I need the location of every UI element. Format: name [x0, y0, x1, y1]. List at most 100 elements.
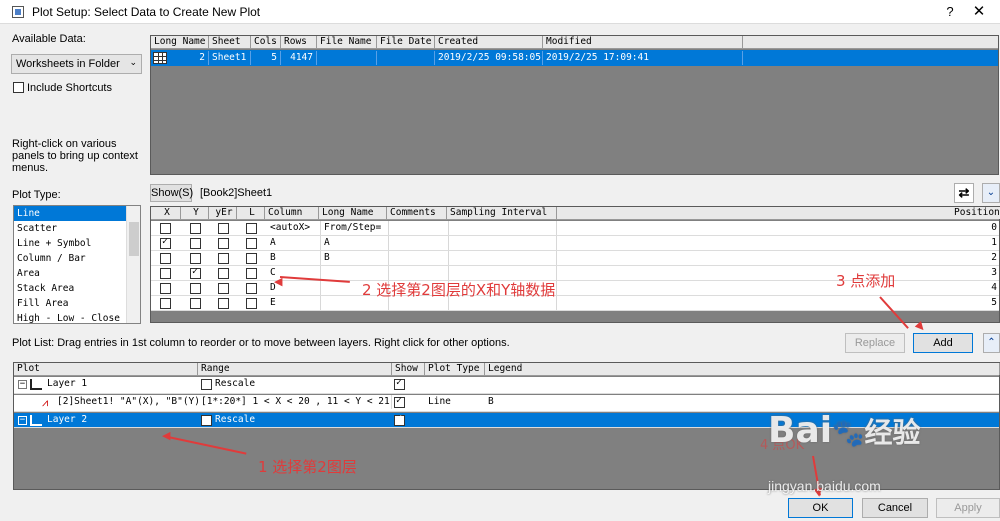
yer-checkbox[interactable]	[218, 253, 229, 264]
columns-col-header[interactable]: Long Name	[319, 207, 387, 219]
x-checkbox[interactable]	[160, 236, 171, 249]
expand-down-icon[interactable]: ⌄	[982, 183, 1000, 203]
plot-list-col-header[interactable]: Legend	[485, 363, 1000, 375]
sheets-col-header[interactable]: File Date	[377, 36, 435, 48]
x-checkbox[interactable]	[160, 253, 171, 264]
plot-type-item[interactable]: Stack Area	[14, 281, 127, 296]
plot-type-item[interactable]: Column / Bar	[14, 251, 127, 266]
plot-list-col-header[interactable]: Show	[392, 363, 425, 375]
data-source-dropdown[interactable]: Worksheets in Folder ⌄	[11, 54, 142, 74]
x-checkbox[interactable]	[160, 223, 171, 234]
plot-type-cell	[425, 377, 485, 391]
sheet-cell-sheet: Sheet1	[209, 51, 251, 65]
sheets-col-header[interactable]: Cols	[251, 36, 281, 48]
l-checkbox[interactable]	[246, 268, 257, 279]
plot-type-item[interactable]: Line	[14, 206, 127, 221]
cancel-button[interactable]: Cancel	[862, 498, 928, 518]
replace-button[interactable]: Replace	[845, 333, 905, 353]
sheet-cell-long-name: 2	[151, 51, 209, 65]
l-checkbox[interactable]	[246, 298, 257, 309]
column-cell-long-name	[321, 266, 389, 280]
x-checkbox[interactable]	[160, 298, 171, 309]
y-checkbox[interactable]	[190, 223, 201, 234]
show-button[interactable]: Show(S)	[150, 184, 193, 202]
column-cell-long-name: A	[321, 236, 389, 250]
apply-button[interactable]: Apply	[936, 498, 1000, 518]
rescale-checkbox[interactable]	[201, 415, 212, 426]
yer-checkbox[interactable]	[218, 223, 229, 234]
yer-checkbox[interactable]	[218, 268, 229, 279]
plot-list-col-header[interactable]: Plot Type	[425, 363, 485, 375]
help-button[interactable]: ?	[940, 2, 960, 22]
sheets-col-header[interactable]: Rows	[281, 36, 317, 48]
sheets-col-header[interactable]: Sheet	[209, 36, 251, 48]
columns-col-header[interactable]: Y	[181, 207, 209, 219]
tree-collapse-icon[interactable]: −	[18, 416, 27, 425]
sheets-col-header[interactable]: File Name	[317, 36, 377, 48]
show-checkbox[interactable]	[394, 413, 405, 426]
sampling-cell	[447, 236, 557, 250]
column-row[interactable]: BB 2	[151, 251, 999, 266]
plot-type-scrollbar[interactable]	[126, 206, 140, 323]
sheet-row[interactable]: 2 Sheet1 5 4147 2019/2/25 09:58:05 2019/2/25 …	[151, 50, 998, 66]
yer-checkbox[interactable]	[218, 283, 229, 294]
yer-checkbox[interactable]	[218, 238, 229, 249]
plot-cell: Layer 2	[47, 414, 88, 425]
show-checkbox[interactable]	[394, 377, 405, 390]
y-checkbox[interactable]	[190, 266, 201, 279]
y-checkbox[interactable]	[190, 298, 201, 309]
plot-list-col-header[interactable]: Plot	[14, 363, 198, 375]
sheets-col-header[interactable]: Modified	[543, 36, 743, 48]
plot-type-cell	[425, 413, 485, 427]
column-row[interactable]: AA 1	[151, 236, 999, 251]
l-checkbox[interactable]	[246, 283, 257, 294]
legend-cell: B	[488, 396, 494, 407]
y-checkbox[interactable]	[190, 253, 201, 264]
collapse-up-icon[interactable]: ⌃	[983, 333, 1000, 353]
column-row[interactable]: <autoX> From/Step= 0	[151, 221, 999, 236]
columns-col-header[interactable]: L	[237, 207, 265, 219]
y-checkbox[interactable]	[190, 238, 201, 249]
plot-type-item[interactable]: Line + Symbol	[14, 236, 127, 251]
plot-type-item[interactable]: Fill Area	[14, 296, 127, 311]
l-checkbox[interactable]	[246, 223, 257, 234]
window-title: Plot Setup: Select Data to Create New Pl…	[32, 5, 261, 19]
plot-type-item[interactable]: Area	[14, 266, 127, 281]
plot-type-list[interactable]: Line Scatter Line + Symbol Column / Bar Area…	[13, 205, 141, 324]
rescale-checkbox[interactable]	[201, 379, 212, 390]
add-button[interactable]: Add	[913, 333, 973, 353]
line-plot-icon: ⩘	[42, 396, 49, 409]
columns-col-header[interactable]: X	[151, 207, 181, 219]
y-checkbox[interactable]	[190, 283, 201, 294]
close-button[interactable]: ✕	[966, 2, 992, 22]
scrollbar-thumb[interactable]	[129, 222, 139, 256]
column-cell-comments	[389, 251, 449, 265]
l-checkbox[interactable]	[246, 238, 257, 249]
sheets-col-header[interactable]: Created	[435, 36, 543, 48]
ok-button[interactable]: OK	[788, 498, 853, 518]
column-cell-comments	[389, 266, 449, 280]
sheets-header: Long Name Sheet Cols Rows File Name File Date…	[151, 36, 998, 49]
show-checkbox[interactable]	[394, 395, 405, 408]
columns-col-header[interactable]: Comments	[387, 207, 447, 219]
annotation-step2: 2 选择第2图层的X和Y轴数据	[362, 281, 556, 299]
sheets-panel: Long Name Sheet Cols Rows File Name File Date…	[150, 35, 999, 175]
sheets-col-header[interactable]: Long Name	[151, 36, 209, 48]
x-checkbox[interactable]	[160, 283, 171, 294]
columns-col-header[interactable]: Sampling Interval	[447, 207, 557, 219]
plot-type-item[interactable]: High - Low - Close	[14, 311, 127, 323]
x-checkbox[interactable]	[160, 268, 171, 279]
yer-checkbox[interactable]	[218, 298, 229, 309]
plot-type-item[interactable]: Scatter	[14, 221, 127, 236]
plot-list-col-header[interactable]: Range	[198, 363, 392, 375]
tree-collapse-icon[interactable]: −	[18, 380, 27, 389]
layer-row[interactable]: − Layer 1 Rescale	[14, 377, 999, 394]
l-checkbox[interactable]	[246, 253, 257, 264]
columns-col-header[interactable]: yEr	[209, 207, 237, 219]
include-shortcuts-checkbox[interactable]	[13, 82, 24, 93]
swap-icon[interactable]: ⇄	[954, 183, 974, 203]
column-cell-column: B	[267, 251, 321, 265]
columns-col-header[interactable]: Position	[951, 207, 1000, 219]
column-row[interactable]: E5	[151, 296, 999, 311]
columns-col-header[interactable]: Column	[265, 207, 319, 219]
